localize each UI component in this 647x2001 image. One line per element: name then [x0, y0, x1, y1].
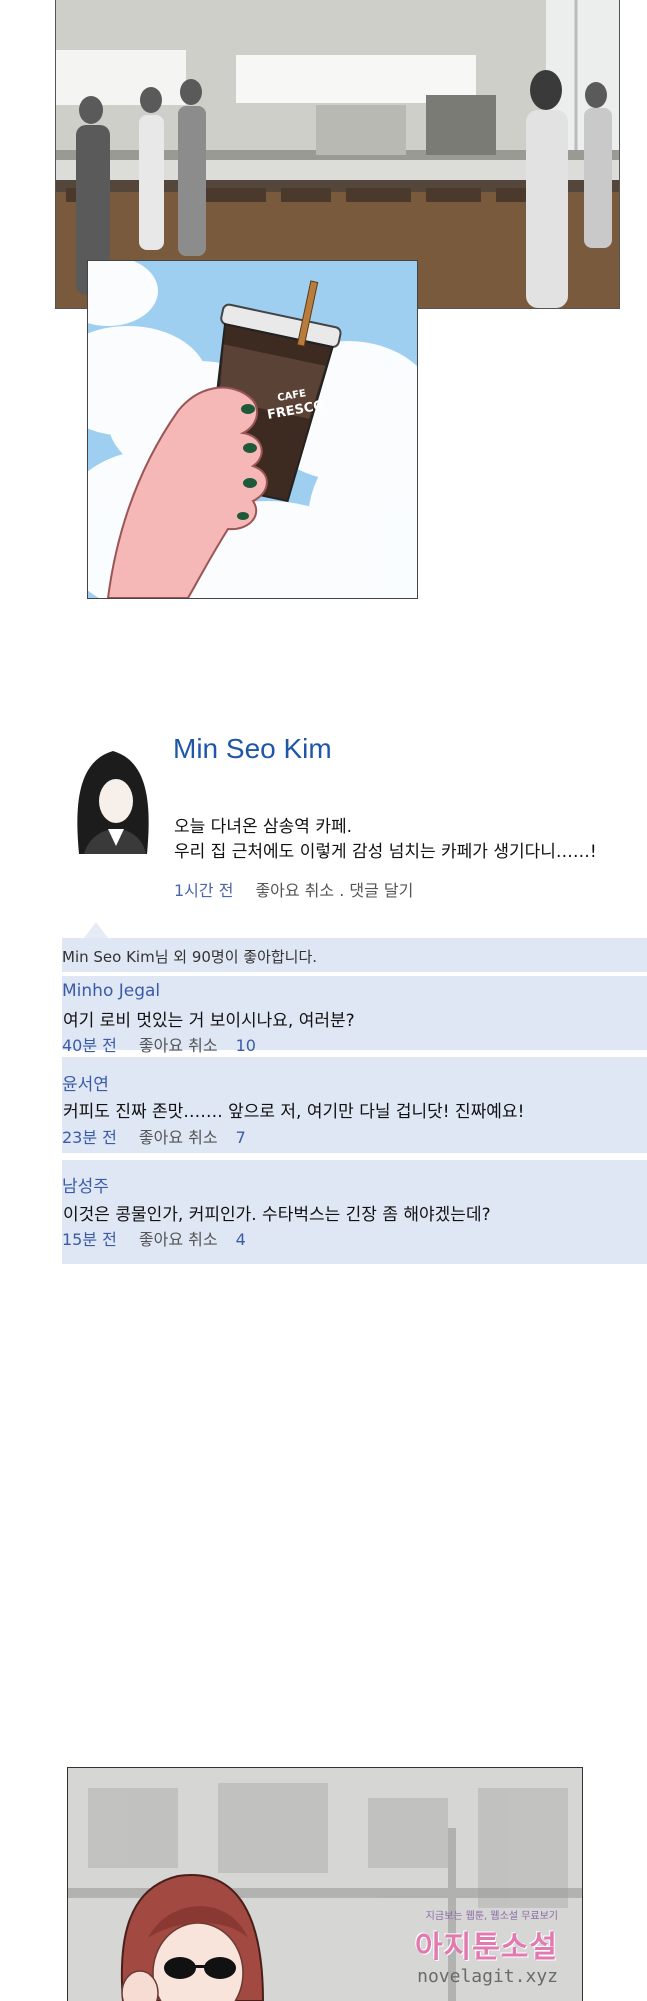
comment-text: 여기 로비 멋있는 거 보이시나요, 여러분? — [63, 1011, 355, 1031]
coffee-cup-illustration: CAFE FRESCO — [88, 261, 417, 598]
comment-like-count: 10 — [235, 1036, 256, 1055]
comment-like-count: 4 — [235, 1230, 246, 1249]
post-author[interactable]: Min Seo Kim — [173, 733, 332, 765]
comment-item: 남성주 이것은 콩물인가, 커피인가. 수타벅스는 긴장 좀 해야겠는데? 15… — [62, 1160, 647, 1264]
likes-pointer — [84, 922, 108, 938]
comment-time: 40분 전 — [62, 1036, 117, 1055]
comment-like-count: 7 — [235, 1128, 246, 1147]
watermark-tagline: 지금보는 웹툰, 웹소설 무료보기 — [425, 1911, 558, 1922]
comment-like-toggle[interactable]: 좋아요 취소 — [139, 1230, 218, 1249]
post-text-line-1: 오늘 다녀온 삼송역 카페. — [174, 817, 353, 837]
comment-text: 이것은 콩물인가, 커피인가. 수타벅스는 긴장 좀 해야겠는데? — [63, 1205, 491, 1225]
comment-text: 커피도 진짜 존맛……. 앞으로 저, 여기만 다닐 겁니닷! 진짜예요! — [63, 1102, 525, 1122]
comment-author[interactable]: 윤서연 — [62, 1070, 109, 1095]
likes-summary-bar: Min Seo Kim님 외 90명이 좋아합니다. — [62, 922, 647, 972]
post-meta: 1시간 전 좋아요 취소 . 댓글 달기 — [174, 877, 413, 901]
comment-like-toggle[interactable]: 좋아요 취소 — [139, 1036, 218, 1055]
coffee-cup-panel: CAFE FRESCO — [87, 260, 418, 599]
comment-meta: 15분 전 좋아요 취소 4 — [62, 1226, 246, 1250]
watermark-brand: 아지툰소설 — [415, 1930, 558, 1965]
watermark: 지금보는 웹툰, 웹소설 무료보기 아지툰소설 novelagit.xyz — [415, 1907, 558, 1987]
post-actions[interactable]: 좋아요 취소 . 댓글 달기 — [255, 881, 413, 900]
comment-item: 윤서연 커피도 진짜 존맛……. 앞으로 저, 여기만 다닐 겁니닷! 진짜예요… — [62, 1057, 647, 1153]
post-text-line-2: 우리 집 근처에도 이렇게 감성 넘치는 카페가 생기다니……! — [174, 842, 597, 862]
comment-meta: 40분 전 좋아요 취소 10 — [62, 1032, 256, 1056]
comment-author[interactable]: Minho Jegal — [62, 981, 160, 1001]
post-time: 1시간 전 — [174, 881, 234, 900]
avatar-portrait — [77, 751, 149, 854]
comment-item: Minho Jegal 여기 로비 멋있는 거 보이시나요, 여러분? 40분 … — [62, 976, 647, 1055]
comment-time: 15분 전 — [62, 1230, 117, 1249]
likes-summary[interactable]: Min Seo Kim님 외 90명이 좋아합니다. — [62, 946, 317, 967]
comment-author[interactable]: 남성주 — [62, 1172, 109, 1197]
comment-meta: 23분 전 좋아요 취소 7 — [62, 1124, 246, 1148]
watermark-url: novelagit.xyz — [417, 1966, 558, 1987]
comment-like-toggle[interactable]: 좋아요 취소 — [139, 1128, 218, 1147]
avatar[interactable] — [64, 741, 162, 854]
woman-cafe-panel: 지금보는 웹툰, 웹소설 무료보기 아지툰소설 novelagit.xyz — [67, 1767, 583, 2001]
comment-time: 23분 전 — [62, 1128, 117, 1147]
